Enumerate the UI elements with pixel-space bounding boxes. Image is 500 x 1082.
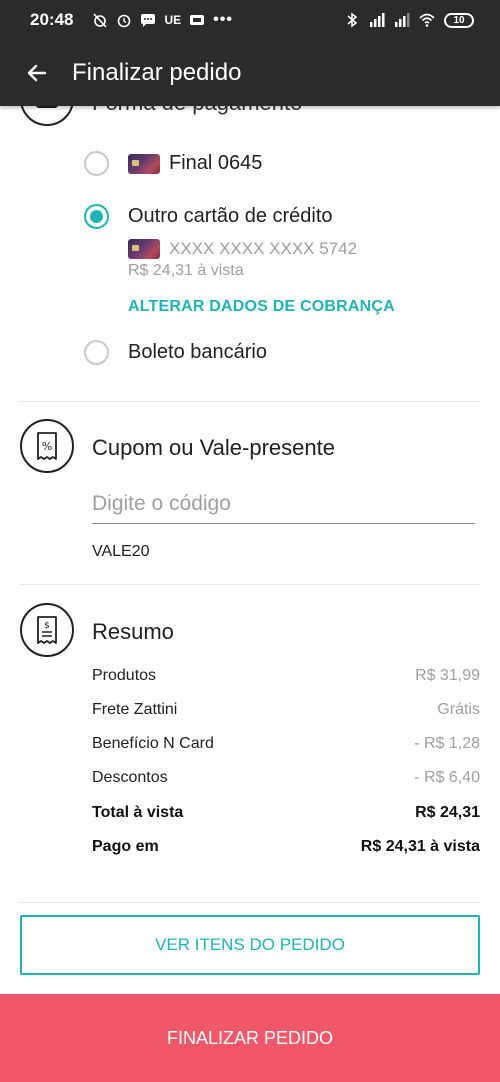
credit-card-icon — [128, 239, 160, 259]
summary-value: - R$ 1,28 — [414, 735, 480, 752]
payment-option-boleto[interactable]: Boleto bancário — [84, 340, 267, 365]
section-divider — [20, 401, 480, 402]
payment-option-other-card[interactable]: Outro cartão de crédito — [84, 204, 333, 229]
summary-section-icon: $ — [20, 603, 74, 657]
section-divider — [20, 902, 480, 903]
summary-label: Descontos — [92, 769, 168, 786]
status-time: 20:48 — [30, 10, 74, 29]
vpn-icon — [190, 15, 205, 25]
payment-section-title: Forma de pagamento — [92, 106, 302, 116]
credit-card-icon — [128, 153, 160, 174]
alarm-off-icon — [93, 13, 108, 28]
summary-row-total: Total à vista R$ 24,31 — [92, 804, 480, 822]
back-button[interactable] — [22, 58, 52, 88]
summary-row-products: Produtos R$ 31,99 — [92, 667, 480, 685]
summary-value: R$ 24,31 à vista — [360, 838, 480, 855]
svg-text:%: % — [42, 440, 52, 453]
summary-label: Benefício N Card — [92, 735, 214, 752]
payment-option-label: Outro cartão de crédito — [128, 205, 333, 227]
bluetooth-icon — [347, 12, 358, 28]
battery-icon: 10 — [444, 12, 474, 28]
payment-option-saved-card[interactable]: Final 0645 — [84, 151, 262, 176]
summary-label: Total à vista — [92, 804, 184, 821]
summary-label: Pago em — [92, 838, 159, 855]
section-divider — [20, 584, 480, 585]
radio-button-selected[interactable] — [84, 204, 109, 229]
signal-icon-2 — [395, 13, 410, 27]
more-notifications-icon: ••• — [213, 11, 233, 28]
summary-value: R$ 31,99 — [415, 667, 480, 684]
carrier-label: UE — [164, 13, 182, 27]
payment-option-label: Final 0645 — [169, 152, 263, 174]
summary-row-shipping: Frete Zattini Grátis — [92, 701, 480, 719]
radio-button[interactable] — [84, 151, 109, 176]
signal-icon — [370, 13, 385, 27]
back-arrow-icon — [27, 64, 47, 82]
change-billing-link[interactable]: ALTERAR DADOS DE COBRANÇA — [128, 298, 395, 316]
notification-icons: UE ••• — [92, 11, 232, 29]
checkout-content[interactable]: Forma de pagamento Final 0645 Outro cart… — [0, 106, 500, 994]
coupon-section-title: Cupom ou Vale-presente — [92, 435, 335, 460]
payment-option-label: Boleto bancário — [128, 341, 267, 363]
view-order-items-button[interactable]: VER ITENS DO PEDIDO — [20, 915, 480, 975]
page-title: Finalizar pedido — [72, 59, 242, 86]
receipt-dollar-icon: $ — [37, 616, 57, 644]
message-icon — [141, 14, 156, 27]
status-bar: 20:48 UE ••• 10 — [0, 0, 500, 40]
summary-row-paid: Pago em R$ 24,31 à vista — [92, 838, 480, 856]
radio-button[interactable] — [84, 340, 109, 365]
card-number-row: XXXX XXXX XXXX 5742 — [128, 239, 357, 259]
app-bar: Finalizar pedido — [0, 40, 500, 106]
summary-value: Grátis — [437, 701, 480, 718]
wallet-icon — [36, 106, 58, 108]
svg-text:$: $ — [44, 621, 50, 631]
summary-label: Produtos — [92, 667, 157, 684]
finalize-order-button[interactable]: FINALIZAR PEDIDO — [0, 994, 500, 1082]
card-number: XXXX XXXX XXXX 5742 — [169, 239, 358, 258]
coupon-code-input[interactable] — [92, 484, 475, 524]
summary-value: - R$ 6,40 — [414, 769, 480, 786]
wifi-icon — [419, 13, 435, 27]
summary-row-card-benefit: Benefício N Card - R$ 1,28 — [92, 735, 480, 753]
summary-label: Frete Zattini — [92, 701, 178, 718]
coupon-receipt-icon: % — [37, 432, 57, 460]
applied-coupon-code: VALE20 — [92, 543, 150, 560]
payment-section-icon — [20, 106, 74, 126]
card-price-note: R$ 24,31 à vista — [128, 262, 244, 279]
summary-section-title: Resumo — [92, 619, 174, 644]
alarm-icon — [118, 14, 131, 28]
summary-value: R$ 24,31 — [415, 804, 480, 821]
summary-row-discounts: Descontos - R$ 6,40 — [92, 769, 480, 787]
coupon-section-icon: % — [20, 419, 74, 473]
